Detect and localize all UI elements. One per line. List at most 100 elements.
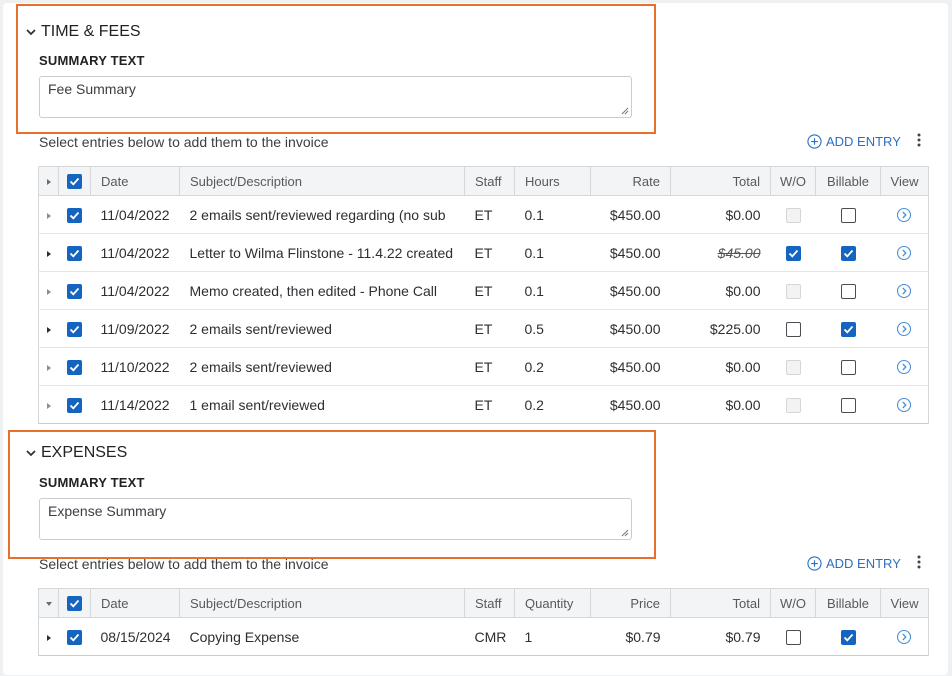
- more-options-icon[interactable]: [914, 554, 924, 570]
- caret-right-icon[interactable]: [45, 178, 53, 186]
- chevron-down-icon[interactable]: [24, 25, 38, 39]
- col-quantity[interactable]: Quantity: [514, 588, 591, 618]
- expense-summary-label: SUMMARY TEXT: [39, 475, 145, 490]
- cell-total: $0.00: [670, 195, 771, 234]
- billable-checkbox[interactable]: [840, 397, 856, 413]
- row-select-cell[interactable]: [58, 271, 91, 310]
- billable-checkbox[interactable]: [840, 629, 856, 645]
- view-arrow-icon[interactable]: [896, 283, 912, 299]
- resize-grip-icon[interactable]: [621, 529, 629, 537]
- col-staff[interactable]: Staff: [464, 588, 515, 618]
- caret-right-icon[interactable]: [45, 250, 53, 258]
- billable-checkbox[interactable]: [840, 207, 856, 223]
- expenses-add-entry-button[interactable]: ADD ENTRY: [807, 556, 901, 571]
- table-row[interactable]: 11/09/2022 2 emails sent/reviewed ET 0.5 $45…: [38, 309, 929, 348]
- wo-checkbox[interactable]: [785, 321, 801, 337]
- caret-right-icon[interactable]: [45, 364, 53, 372]
- col-view[interactable]: View: [880, 588, 929, 618]
- wo-checkbox: [785, 397, 801, 413]
- wo-checkbox[interactable]: [785, 629, 801, 645]
- row-select-checkbox[interactable]: [67, 207, 82, 223]
- select-all-checkbox[interactable]: [67, 596, 82, 612]
- row-expand-toggle[interactable]: [38, 309, 59, 348]
- time-fees-add-entry-button[interactable]: ADD ENTRY: [807, 134, 901, 149]
- caret-right-icon[interactable]: [45, 326, 53, 334]
- col-date[interactable]: Date: [90, 166, 180, 196]
- time-fees-header[interactable]: TIME & FEES: [24, 23, 141, 41]
- view-arrow-icon[interactable]: [896, 397, 912, 413]
- expand-all-toggle[interactable]: [38, 166, 59, 196]
- view-arrow-icon[interactable]: [896, 321, 912, 337]
- caret-right-icon[interactable]: [45, 634, 53, 642]
- row-select-cell[interactable]: [58, 195, 91, 234]
- col-staff[interactable]: Staff: [464, 166, 515, 196]
- view-arrow-icon[interactable]: [896, 207, 912, 223]
- table-row[interactable]: 11/10/2022 2 emails sent/reviewed ET 0.2 $45…: [38, 347, 929, 386]
- cell-quantity: 1: [514, 617, 591, 656]
- expenses-header[interactable]: EXPENSES: [24, 444, 127, 462]
- row-select-checkbox[interactable]: [67, 283, 82, 299]
- cell-total: $0.00: [670, 385, 771, 424]
- table-row[interactable]: 11/04/2022 Letter to Wilma Flinstone - 11…: [38, 233, 929, 272]
- chevron-down-icon[interactable]: [24, 446, 38, 460]
- col-date[interactable]: Date: [90, 588, 180, 618]
- col-wo[interactable]: W/O: [770, 588, 816, 618]
- billable-checkbox[interactable]: [840, 245, 856, 261]
- col-wo[interactable]: W/O: [770, 166, 816, 196]
- table-row[interactable]: 11/14/2022 1 email sent/reviewed ET 0.2 $450…: [38, 385, 929, 424]
- col-price[interactable]: Price: [590, 588, 671, 618]
- billable-checkbox[interactable]: [840, 359, 856, 375]
- row-select-checkbox[interactable]: [67, 629, 82, 645]
- caret-right-icon[interactable]: [45, 212, 53, 220]
- caret-right-icon[interactable]: [45, 402, 53, 410]
- row-expand-toggle[interactable]: [38, 347, 59, 386]
- fee-summary-input[interactable]: Fee Summary: [39, 76, 632, 118]
- row-select-cell[interactable]: [58, 385, 91, 424]
- resize-grip-icon[interactable]: [621, 107, 629, 115]
- row-expand-toggle[interactable]: [38, 271, 59, 310]
- table-row[interactable]: 08/15/2024 Copying Expense CMR 1 $0.79 $0.79: [38, 617, 929, 656]
- billable-checkbox[interactable]: [840, 283, 856, 299]
- row-select-cell[interactable]: [58, 347, 91, 386]
- more-options-icon[interactable]: [914, 132, 924, 148]
- col-billable[interactable]: Billable: [815, 166, 881, 196]
- col-total[interactable]: Total: [670, 588, 771, 618]
- wo-checkbox[interactable]: [785, 245, 801, 261]
- expense-summary-input[interactable]: Expense Summary: [39, 498, 632, 540]
- row-expand-toggle[interactable]: [38, 233, 59, 272]
- collapse-all-toggle[interactable]: [38, 588, 59, 618]
- cell-subject: 2 emails sent/reviewed: [179, 309, 465, 348]
- col-subject[interactable]: Subject/Description: [179, 588, 465, 618]
- row-select-cell[interactable]: [58, 233, 91, 272]
- caret-right-icon[interactable]: [45, 288, 53, 296]
- row-select-checkbox[interactable]: [67, 397, 82, 413]
- total-value: $225.00: [709, 320, 761, 337]
- view-arrow-icon[interactable]: [896, 245, 912, 261]
- row-expand-toggle[interactable]: [38, 385, 59, 424]
- row-select-checkbox[interactable]: [67, 321, 82, 337]
- row-select-cell[interactable]: [58, 617, 91, 656]
- row-select-cell[interactable]: [58, 309, 91, 348]
- table-row[interactable]: 11/04/2022 Memo created, then edited - Ph…: [38, 271, 929, 310]
- select-all-checkbox[interactable]: [67, 174, 82, 190]
- row-select-checkbox[interactable]: [67, 245, 82, 261]
- col-total[interactable]: Total: [670, 166, 771, 196]
- row-expand-toggle[interactable]: [38, 195, 59, 234]
- billable-checkbox[interactable]: [840, 321, 856, 337]
- table-row[interactable]: 11/04/2022 2 emails sent/reviewed regardi…: [38, 195, 929, 234]
- caret-down-icon[interactable]: [45, 600, 53, 608]
- col-rate[interactable]: Rate: [590, 166, 671, 196]
- cell-date: 11/04/2022: [90, 233, 180, 272]
- select-all-checkbox-cell[interactable]: [58, 588, 91, 618]
- col-subject[interactable]: Subject/Description: [179, 166, 465, 196]
- col-hours[interactable]: Hours: [514, 166, 591, 196]
- view-arrow-icon[interactable]: [896, 359, 912, 375]
- row-expand-toggle[interactable]: [38, 617, 59, 656]
- col-view[interactable]: View: [880, 166, 929, 196]
- col-billable[interactable]: Billable: [815, 588, 881, 618]
- fee-summary-label: SUMMARY TEXT: [39, 53, 145, 68]
- select-all-checkbox-cell[interactable]: [58, 166, 91, 196]
- cell-hours: 0.1: [514, 271, 591, 310]
- row-select-checkbox[interactable]: [67, 359, 82, 375]
- view-arrow-icon[interactable]: [896, 629, 912, 645]
